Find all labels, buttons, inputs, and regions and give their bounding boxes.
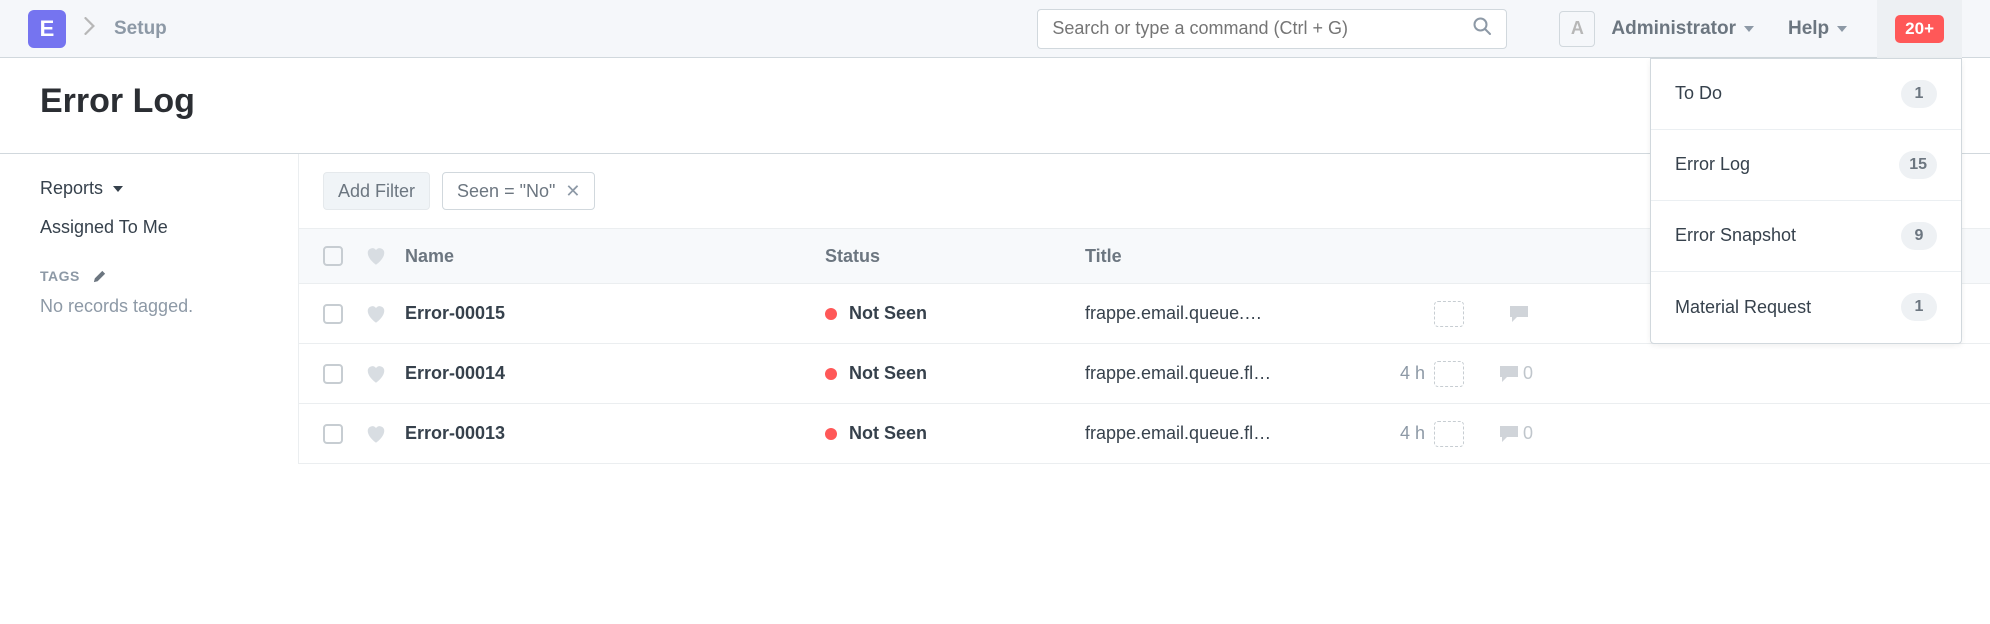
notif-item-label: To Do <box>1675 83 1722 104</box>
notif-item-todo[interactable]: To Do 1 <box>1651 59 1961 130</box>
caret-down-icon <box>113 186 123 192</box>
comment-count: 0 <box>1523 363 1533 384</box>
sidebar-item-label: Reports <box>40 178 103 199</box>
heart-icon[interactable] <box>365 364 387 384</box>
list-row[interactable]: Error-00013 Not Seen frappe.email.queue.… <box>299 404 1990 464</box>
row-checkbox[interactable] <box>323 424 343 444</box>
row-comments[interactable]: 0 <box>1473 363 1533 384</box>
column-name[interactable]: Name <box>405 246 825 267</box>
search-input[interactable] <box>1052 18 1472 39</box>
global-search[interactable] <box>1037 9 1507 49</box>
row-title: frappe.email.queue.fl… <box>1085 423 1355 444</box>
row-time: 4 h <box>1355 363 1425 384</box>
heart-icon[interactable] <box>365 304 387 324</box>
notif-item-materialrequest[interactable]: Material Request 1 <box>1651 272 1961 343</box>
column-title[interactable]: Title <box>1085 246 1355 267</box>
user-menu[interactable]: Administrator <box>1611 18 1754 40</box>
comment-icon <box>1499 425 1519 443</box>
help-menu[interactable]: Help <box>1788 18 1847 40</box>
column-status[interactable]: Status <box>825 246 1085 267</box>
tags-label: TAGS <box>40 268 80 284</box>
notif-item-label: Material Request <box>1675 297 1811 318</box>
brand-logo[interactable]: E <box>28 10 66 48</box>
sidebar-reports[interactable]: Reports <box>40 178 258 199</box>
tag-add-placeholder[interactable] <box>1434 361 1464 387</box>
row-name[interactable]: Error-00014 <box>405 363 825 384</box>
row-checkbox[interactable] <box>323 304 343 324</box>
heart-icon[interactable] <box>365 424 387 444</box>
caret-down-icon <box>1837 26 1847 32</box>
notif-item-count: 1 <box>1901 293 1937 321</box>
comment-icon <box>1499 365 1519 383</box>
breadcrumb[interactable]: Setup <box>114 18 167 40</box>
notifications-toggle[interactable]: 20+ To Do 1 Error Log 15 Error Snapshot … <box>1877 0 1962 58</box>
list-row[interactable]: Error-00014 Not Seen frappe.email.queue.… <box>299 344 1990 404</box>
add-filter-label: Add Filter <box>338 181 415 202</box>
sidebar-assigned-to-me[interactable]: Assigned To Me <box>40 217 258 238</box>
notif-item-count: 9 <box>1901 222 1937 250</box>
status-dot-icon <box>825 368 837 380</box>
comment-count: 0 <box>1523 423 1533 444</box>
top-navbar: E Setup A Administrator Help 20+ To Do 1… <box>0 0 1990 58</box>
notif-item-errorlog[interactable]: Error Log 15 <box>1651 130 1961 201</box>
row-name[interactable]: Error-00015 <box>405 303 825 324</box>
row-title: frappe.email.queue.fl… <box>1085 363 1355 384</box>
notif-item-count: 15 <box>1899 151 1937 179</box>
row-status: Not Seen <box>849 423 927 444</box>
row-name[interactable]: Error-00013 <box>405 423 825 444</box>
filter-tag-seen[interactable]: Seen = "No" ✕ <box>442 172 595 210</box>
sidebar-tags-header: TAGS <box>40 268 258 284</box>
heart-icon[interactable] <box>365 246 387 266</box>
help-label: Help <box>1788 18 1829 40</box>
caret-down-icon <box>1744 26 1754 32</box>
row-time: 4 h <box>1355 423 1425 444</box>
sidebar-no-tags: No records tagged. <box>40 296 258 317</box>
notif-item-label: Error Snapshot <box>1675 225 1796 246</box>
notif-item-errorsnapshot[interactable]: Error Snapshot 9 <box>1651 201 1961 272</box>
comment-icon <box>1509 305 1529 323</box>
filter-tag-label: Seen = "No" <box>457 181 555 202</box>
notification-badge: 20+ <box>1895 15 1944 43</box>
row-comments[interactable]: 0 <box>1473 423 1533 444</box>
sidebar-item-label: Assigned To Me <box>40 217 168 238</box>
user-avatar[interactable]: A <box>1559 11 1595 47</box>
status-dot-icon <box>825 428 837 440</box>
tag-add-placeholder[interactable] <box>1434 421 1464 447</box>
user-name: Administrator <box>1611 18 1736 40</box>
chevron-right-icon <box>84 17 96 40</box>
list-sidebar: Reports Assigned To Me TAGS No records t… <box>0 154 299 464</box>
select-all-checkbox[interactable] <box>323 246 343 266</box>
pencil-icon[interactable] <box>92 269 107 284</box>
row-comments[interactable] <box>1473 305 1533 323</box>
add-filter-button[interactable]: Add Filter <box>323 172 430 210</box>
notif-item-label: Error Log <box>1675 154 1750 175</box>
row-status: Not Seen <box>849 303 927 324</box>
status-dot-icon <box>825 308 837 320</box>
row-checkbox[interactable] <box>323 364 343 384</box>
notif-item-count: 1 <box>1901 80 1937 108</box>
search-icon <box>1472 16 1492 41</box>
tag-add-placeholder[interactable] <box>1434 301 1464 327</box>
row-status: Not Seen <box>849 363 927 384</box>
close-icon[interactable]: ✕ <box>565 181 580 202</box>
row-title: frappe.email.queue.… <box>1085 303 1355 324</box>
notifications-dropdown: To Do 1 Error Log 15 Error Snapshot 9 Ma… <box>1650 58 1962 344</box>
